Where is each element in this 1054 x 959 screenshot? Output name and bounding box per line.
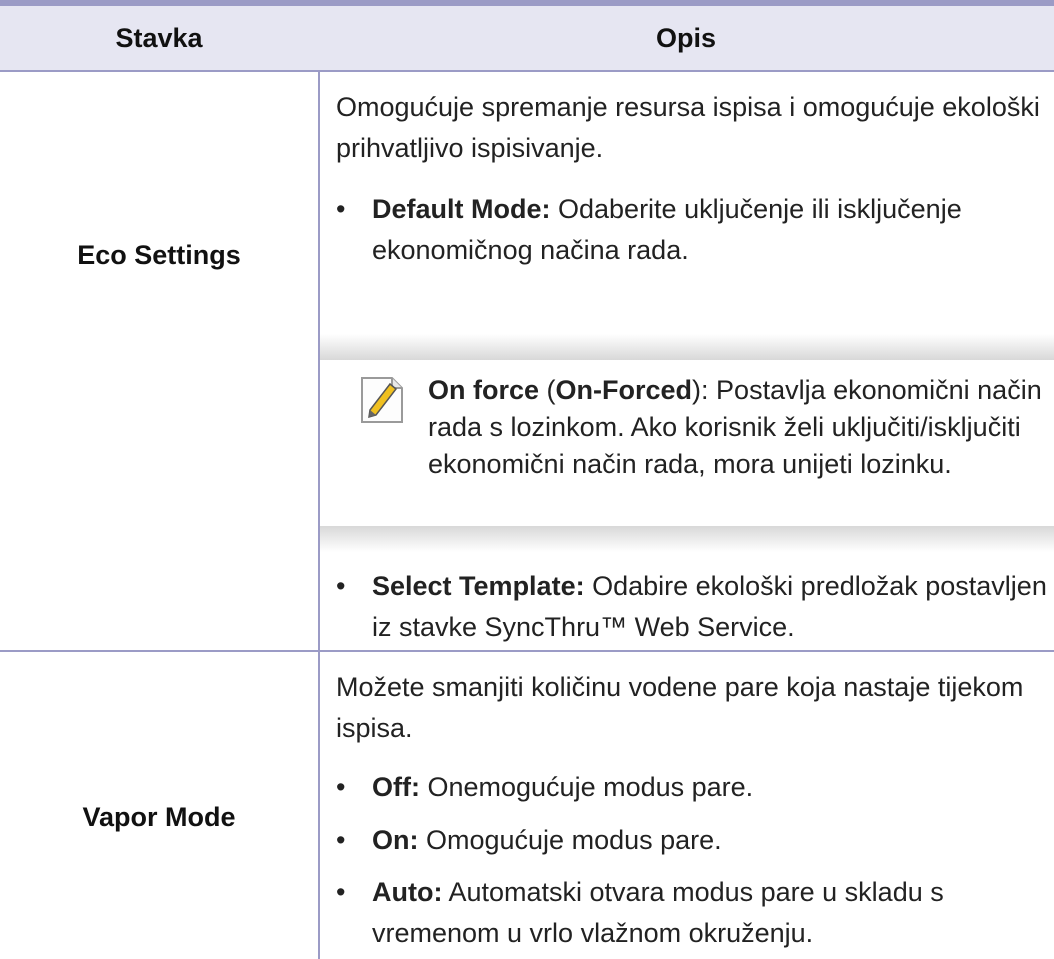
bullet-on: On: Omogućuje modus pare.: [372, 820, 1054, 861]
note-bottom-shade: [320, 526, 1054, 552]
note-term: On force: [428, 375, 540, 405]
eco-settings-intro: Omogućuje spremanje resursa ispisa i omo…: [336, 92, 1040, 163]
bullet-term: Off:: [372, 772, 420, 802]
bullet-off: Off: Onemogućuje modus pare.: [372, 767, 1054, 808]
bullet-text: Onemogućuje modus pare.: [419, 772, 754, 802]
bullet-text: Omogućuje modus pare.: [418, 825, 722, 855]
bullet-dot: •: [336, 877, 346, 907]
bullet-dot: •: [336, 571, 346, 601]
bullet-dot: •: [336, 825, 346, 855]
note-top-shade: [320, 334, 1054, 360]
settings-table-page: Stavka Opis Eco Settings Omogućuje sprem…: [0, 0, 1054, 959]
header-description: Opis: [655, 23, 716, 53]
note-pencil-icon: [356, 374, 408, 426]
row-label-vapor-mode: Vapor Mode: [82, 802, 236, 832]
note-paren: (: [539, 375, 556, 405]
bullet-term: Auto:: [372, 877, 443, 907]
bullet-text: Automatski otvara modus pare u skladu s …: [372, 877, 944, 948]
bullet-term: Default Mode:: [372, 194, 551, 224]
bullet-default-mode: Default Mode: Odaberite uključenje ili i…: [372, 189, 1054, 271]
header-item: Stavka: [115, 23, 203, 53]
bullet-auto: Auto: Automatski otvara modus pare u skl…: [372, 872, 1054, 954]
note-term-2: On-Forced: [555, 375, 693, 405]
row-label-eco-settings: Eco Settings: [77, 240, 241, 270]
bullet-dot: •: [336, 772, 346, 802]
column-divider: [318, 70, 320, 959]
bullet-term: Select Template:: [372, 571, 585, 601]
vapor-mode-intro: Možete smanjiti količinu vodene pare koj…: [336, 672, 1024, 743]
row-divider: [0, 650, 1054, 652]
bullet-term: On:: [372, 825, 419, 855]
bullet-select-template: Select Template: Odabire ekološki predlo…: [372, 566, 1054, 648]
note-on-force: On force (On-Forced): Postavlja ekonomič…: [428, 372, 1054, 483]
bullet-dot: •: [336, 194, 346, 224]
header-divider: [0, 70, 1054, 72]
